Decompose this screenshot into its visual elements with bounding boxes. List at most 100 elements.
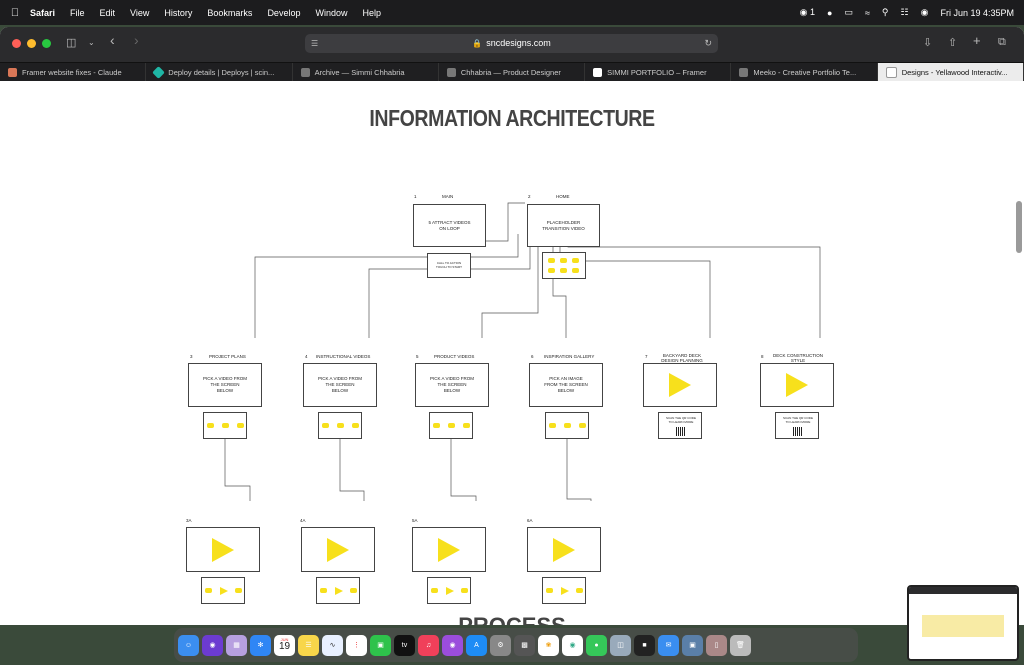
tab-0[interactable]: Framer website fixes - Claude — [0, 63, 147, 82]
menu-edit[interactable]: Edit — [100, 8, 116, 18]
zoom-window-button[interactable] — [42, 39, 51, 48]
tab-label: SIMMI PORTFOLIO – Framer — [607, 68, 707, 77]
arrow-left-icon — [431, 588, 438, 593]
trash-icon[interactable]: 🗑 — [730, 634, 751, 656]
share-icon[interactable]: ⇧ — [948, 36, 957, 49]
section-5-nav — [429, 412, 473, 439]
arrow-right-icon — [461, 588, 468, 593]
play-icon — [446, 587, 454, 595]
control-center-icon[interactable]: ☷ — [901, 7, 909, 18]
page-menu-icon[interactable]: ☰ — [311, 34, 318, 53]
address-bar[interactable]: ☰ 🔒 sncdesigns.com ↻ — [305, 34, 718, 53]
page-content: INFORMATION ARCHITECTURE 1 MAIN 5 ATTRAC… — [0, 81, 1024, 625]
section-6a-controls — [542, 577, 586, 604]
diagram-connectors — [224, 202, 821, 501]
close-window-button[interactable] — [12, 39, 21, 48]
section-8-number: 8 — [761, 354, 764, 359]
section-3-nav — [203, 412, 247, 439]
notification-icon[interactable]: ◉ 1 — [800, 7, 815, 18]
preview-icon[interactable]: ◫ — [610, 634, 631, 656]
spotlight-icon[interactable]: ⚲ — [882, 7, 889, 18]
menu-window[interactable]: Window — [315, 8, 347, 18]
app-store-icon[interactable]: A — [466, 634, 487, 656]
apple-icon[interactable]:  — [0, 7, 30, 19]
tab-5[interactable]: Meeko - Creative Portfolio Te... — [731, 63, 878, 82]
section-7-qr-text: SCAN THE QR CODE TO LEARN MORE — [666, 416, 696, 424]
menu-develop[interactable]: Develop — [267, 8, 300, 18]
tab-label: Designs - Yellawood Interactiv... — [901, 68, 1008, 77]
section-6-nav — [545, 412, 589, 439]
apple-tv-icon[interactable]: tv — [394, 634, 415, 656]
play-icon — [786, 373, 808, 397]
facetime-icon[interactable]: ▣ — [370, 634, 391, 656]
main-box-text: 5 ATTRACT VIDEOS ON LOOP — [428, 219, 471, 231]
tab-2[interactable]: Archive — Simmi Chhabria — [293, 63, 439, 82]
nav-button-icon — [572, 268, 579, 273]
battery-icon[interactable]: ▭ — [844, 7, 853, 18]
tab-overview-icon[interactable]: ⧉ — [998, 36, 1006, 49]
menu-app[interactable]: Safari — [30, 8, 55, 18]
launchpad-icon[interactable]: ▦ — [226, 634, 247, 656]
dock: ☺ ◉ ▦ ✻ JUN 19 ☰ ∿ ⋮ ▣ tv ♫ ◉ A ⚙ ▩ ❀ ◉ ●… — [174, 628, 858, 662]
section-6-box: PICK AN IMAGE FROM THE SCREEN BELOW — [529, 363, 603, 407]
section-5a-number: 5A — [412, 518, 418, 523]
safari-icon[interactable]: ✻ — [250, 634, 271, 656]
tab-6-active[interactable]: Designs - Yellawood Interactiv... — [877, 63, 1024, 82]
section-3-box: PICK A VIDEO FROM THE SCREEN BELOW — [188, 363, 262, 407]
screen-sharing-icon[interactable]: ▣ — [682, 634, 703, 656]
new-tab-icon[interactable]: + — [973, 33, 981, 48]
siri-icon[interactable]: ◉ — [921, 7, 929, 18]
minimize-window-button[interactable] — [27, 39, 36, 48]
tab-1[interactable]: Deploy details | Deploys | scin... — [146, 63, 293, 82]
section-5a-video — [412, 527, 486, 572]
arrow-right-icon — [579, 423, 586, 428]
music-icon[interactable]: ♫ — [418, 634, 439, 656]
arrow-right-icon — [350, 588, 357, 593]
reminders-icon[interactable]: ⋮ — [346, 634, 367, 656]
section-3a-controls — [201, 577, 245, 604]
process-heading: PROCESS — [0, 613, 1024, 625]
section-6a-video — [527, 527, 601, 572]
framer-template-icon — [739, 68, 749, 77]
siri-icon[interactable]: ◉ — [202, 634, 223, 656]
photos-icon[interactable]: ❀ — [538, 634, 559, 656]
chevron-down-icon[interactable]: ⌄ — [88, 38, 95, 47]
menu-help[interactable]: Help — [362, 8, 381, 18]
downloads-stack-icon[interactable]: ▯ — [706, 634, 727, 656]
tab-4[interactable]: SIMMI PORTFOLIO – Framer — [585, 63, 732, 82]
clock[interactable]: Fri Jun 19 4:35PM — [940, 8, 1014, 18]
section-4-label: INSTRUCTIONAL VIDEOS — [316, 354, 371, 359]
creative-cloud-icon[interactable]: ● — [827, 8, 832, 18]
menu-bookmarks[interactable]: Bookmarks — [207, 8, 252, 18]
reload-icon[interactable]: ↻ — [704, 34, 712, 53]
url-text: sncdesigns.com — [486, 38, 551, 48]
forward-icon[interactable]: › — [134, 32, 139, 48]
finder-icon[interactable]: ☺ — [178, 634, 199, 656]
menu-file[interactable]: File — [70, 8, 85, 18]
notes-icon[interactable]: ☰ — [298, 634, 319, 656]
page-scrollbar[interactable] — [1016, 201, 1022, 253]
messages-icon[interactable]: ● — [586, 634, 607, 656]
archive-utility-icon[interactable]: ■ — [634, 634, 655, 656]
cta-text: CALL TO ACTION TOUCH TO START — [436, 260, 462, 269]
menu-history[interactable]: History — [164, 8, 192, 18]
sidebar-icon[interactable]: ◫ — [66, 36, 76, 49]
main-label: MAIN — [442, 194, 454, 199]
menu-bar:  Safari File Edit View History Bookmark… — [0, 0, 1024, 25]
tab-3[interactable]: Chhabria — Product Designer — [439, 63, 586, 82]
chrome-icon[interactable]: ◉ — [562, 634, 583, 656]
nav-button-icon — [560, 258, 567, 263]
back-icon[interactable]: ‹ — [110, 32, 115, 48]
calculator-icon[interactable]: ▩ — [514, 634, 535, 656]
downloads-icon[interactable]: ⇩ — [923, 36, 932, 49]
menu-view[interactable]: View — [130, 8, 149, 18]
qr-code-icon — [676, 427, 685, 436]
wifi-icon[interactable]: ≈ — [865, 8, 870, 18]
screenshot-thumbnail[interactable] — [907, 585, 1019, 661]
netlify-icon — [152, 66, 166, 79]
mail-icon[interactable]: ✉ — [658, 634, 679, 656]
calendar-icon[interactable]: JUN 19 — [274, 634, 295, 656]
system-settings-icon[interactable]: ⚙ — [490, 634, 511, 656]
podcasts-icon[interactable]: ◉ — [442, 634, 463, 656]
freeform-icon[interactable]: ∿ — [322, 634, 343, 656]
